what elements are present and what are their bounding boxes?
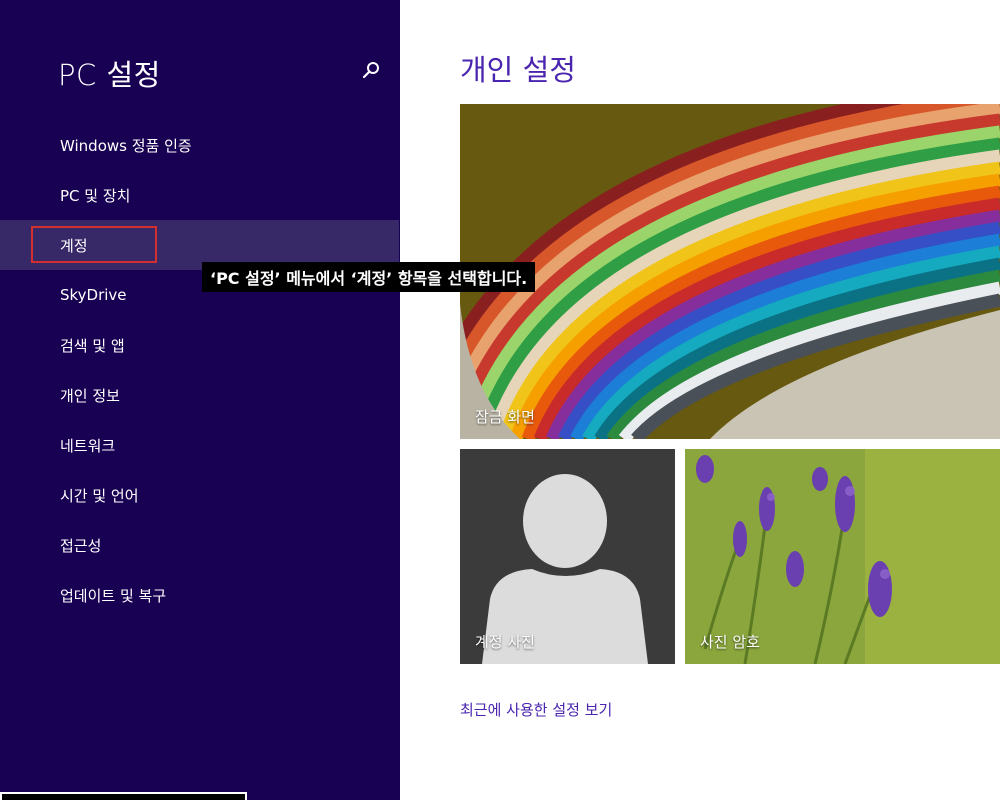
sidebar-item-label: 업데이트 및 복구	[60, 586, 167, 605]
instruction-callout: ‘PC 설정’ 메뉴에서 ‘계정’ 항목을 선택합니다.	[202, 262, 536, 292]
sidebar-item-search-apps[interactable]: 검색 및 앱	[0, 320, 399, 370]
sidebar-item-label: 계정	[60, 236, 88, 255]
picture-password-tile[interactable]: 사진 암호	[685, 449, 1000, 664]
sidebar-item-network[interactable]: 네트워크	[0, 420, 399, 470]
sidebar-nav: Windows 정품 인증 PC 및 장치 계정 SkyDrive 검색 및 앱…	[0, 120, 399, 620]
lock-screen-tile[interactable]: 잠금 화면	[460, 104, 1000, 439]
sidebar-item-update-recovery[interactable]: 업데이트 및 복구	[0, 570, 399, 620]
sidebar-title: PC 설정	[58, 58, 161, 92]
sidebar-item-label: SkyDrive	[60, 286, 127, 304]
sidebar: PC 설정 Windows 정품 인증 PC 및 장치 계정 SkyDrive …	[0, 0, 400, 800]
sidebar-item-privacy[interactable]: 개인 정보	[0, 370, 399, 420]
sidebar-item-pc-devices[interactable]: PC 및 장치	[0, 170, 399, 220]
sidebar-item-label: 접근성	[60, 536, 102, 555]
sidebar-item-label: 개인 정보	[60, 386, 120, 405]
sidebar-item-label: PC 및 장치	[60, 186, 131, 205]
recent-settings-link[interactable]: 최근에 사용한 설정 보기	[460, 699, 612, 720]
highlight-box	[31, 226, 157, 263]
sidebar-item-activation[interactable]: Windows 정품 인증	[0, 120, 399, 170]
taskbar-fragment	[0, 792, 247, 800]
sidebar-item-label: 네트워크	[60, 436, 116, 455]
lock-screen-image	[460, 104, 1000, 439]
search-icon	[362, 62, 379, 79]
page-title: 개인 설정	[460, 53, 576, 87]
sidebar-item-label: 검색 및 앱	[60, 336, 125, 355]
sidebar-item-label: Windows 정품 인증	[60, 136, 192, 155]
search-button[interactable]	[360, 60, 382, 82]
tile-label: 계정 사진	[475, 633, 535, 651]
tile-label: 잠금 화면	[475, 408, 535, 426]
tile-label: 사진 암호	[700, 633, 760, 651]
account-picture-tile[interactable]: 계정 사진	[460, 449, 675, 664]
sidebar-item-time-language[interactable]: 시간 및 언어	[0, 470, 399, 520]
sidebar-item-accessibility[interactable]: 접근성	[0, 520, 399, 570]
sidebar-item-label: 시간 및 언어	[60, 486, 139, 505]
